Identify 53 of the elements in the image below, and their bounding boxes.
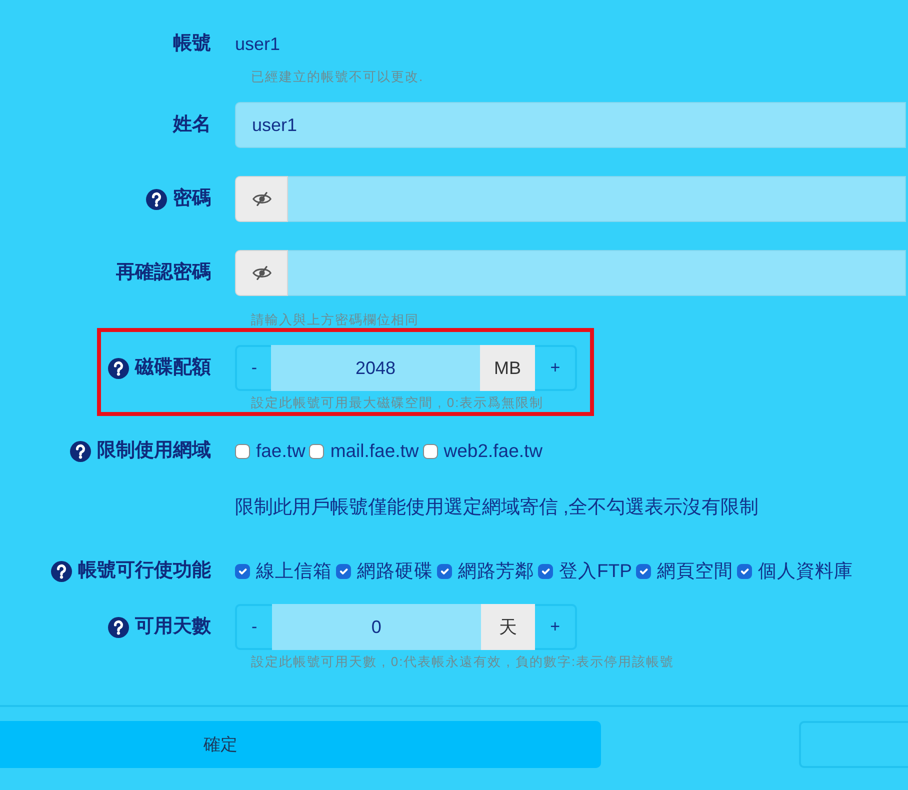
help-icon[interactable] — [70, 440, 91, 462]
show-password-button[interactable] — [235, 176, 288, 222]
checkbox[interactable] — [538, 564, 553, 578]
decrement-button[interactable]: - — [235, 604, 272, 650]
help-icon[interactable] — [108, 358, 129, 378]
help-icon[interactable] — [108, 616, 129, 638]
checkbox-label[interactable]: mail.fae.tw — [330, 437, 419, 465]
decrement-button[interactable]: - — [235, 345, 272, 391]
increment-button[interactable]: + — [535, 345, 577, 391]
unit-label: MB — [480, 345, 536, 391]
field-label: 帳號可行使功能 — [78, 558, 211, 583]
checkbox-label[interactable]: 網路芳鄰 — [458, 557, 534, 585]
field-label: 再確認密碼 — [116, 260, 211, 285]
checkbox-label[interactable]: 網路硬碟 — [357, 557, 433, 585]
note-text: 限制此用戶帳號僅能使用選定網域寄信 ,全不勾選表示沒有限制 — [235, 496, 760, 520]
field-label: 密碼 — [173, 186, 211, 211]
field-label: 可用天數 — [135, 614, 211, 639]
checkbox[interactable] — [235, 444, 250, 458]
checkbox-label[interactable]: 個人資料庫 — [758, 557, 853, 585]
help-icon[interactable] — [51, 560, 72, 582]
field-label: 限制使用網域 — [97, 438, 211, 463]
checkbox-label[interactable]: 網頁空間 — [656, 557, 733, 585]
unit-label: 天 — [481, 604, 536, 650]
help-icon[interactable] — [146, 188, 167, 210]
field-label: 磁碟配額 — [135, 356, 211, 380]
eye-slash-icon — [252, 266, 272, 280]
hint-text: 設定此帳號可用天數 , 0:代表帳永遠有效 , 負的數字:表示停用該帳號 — [251, 655, 676, 669]
increment-button[interactable]: + — [535, 604, 577, 650]
password-input[interactable] — [288, 250, 906, 296]
checkbox[interactable] — [636, 564, 651, 578]
account-value: user1 — [235, 32, 280, 56]
number-input[interactable]: 0 — [272, 604, 482, 650]
checkbox[interactable] — [336, 564, 351, 578]
checkbox[interactable] — [736, 564, 752, 578]
checkbox-label[interactable]: 登入FTP — [559, 557, 632, 585]
confirm-button[interactable]: 確定 — [0, 721, 601, 768]
checkbox[interactable] — [437, 564, 452, 578]
hint-text: 請輸入與上方密碼欄位相同 — [251, 313, 420, 327]
field-label: 帳號 — [173, 32, 211, 56]
number-input[interactable]: 2048 — [271, 345, 480, 391]
checkbox-label[interactable]: web2.fae.tw — [444, 437, 543, 465]
hint-text: 已經建立的帳號不可以更改. — [251, 70, 425, 84]
name-input[interactable]: user1 — [235, 102, 906, 148]
show-password-button[interactable] — [235, 250, 288, 296]
checkbox[interactable] — [422, 444, 438, 458]
password-input[interactable] — [288, 176, 906, 222]
field-label: 姓名 — [173, 112, 211, 137]
hint-text: 設定此帳號可用最大磁碟空間 , 0:表示爲無限制 — [251, 396, 545, 410]
checkbox[interactable] — [235, 564, 250, 578]
checkbox-label[interactable]: 線上信箱 — [256, 557, 332, 585]
checkbox-label[interactable]: fae.tw — [256, 437, 306, 465]
checkbox[interactable] — [309, 444, 324, 458]
eye-slash-icon — [252, 192, 272, 206]
